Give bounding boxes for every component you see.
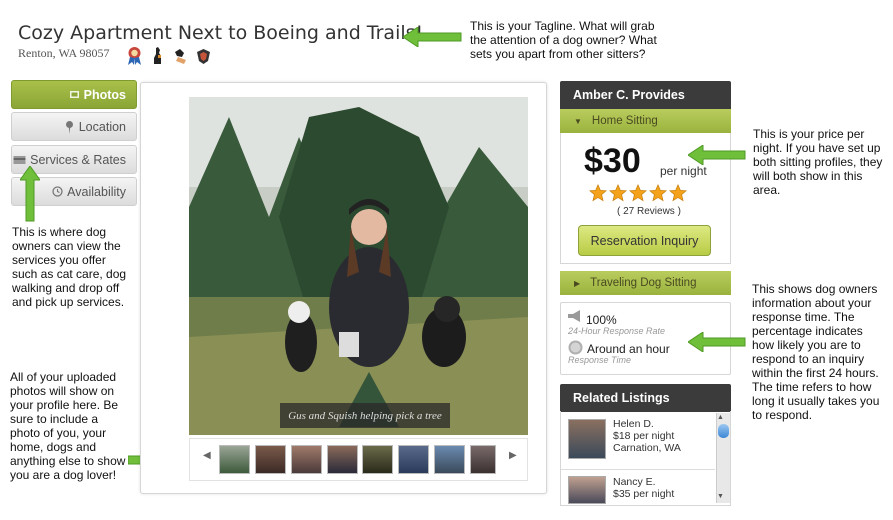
badge-row: [126, 46, 212, 66]
tab-location[interactable]: Location: [11, 112, 137, 141]
home-sitting-label: Home Sitting: [591, 115, 658, 127]
price-note: This is your price per night. If you hav…: [753, 127, 883, 197]
listing-divider: [561, 469, 715, 470]
response-time-label: Response Time: [568, 355, 631, 365]
map-pin-icon: [65, 120, 73, 134]
thumbnail[interactable]: [291, 445, 322, 474]
price-arrow-icon: [688, 145, 746, 165]
thumbnail[interactable]: [362, 445, 393, 474]
megaphone-icon: [568, 310, 580, 322]
main-photo[interactable]: [189, 97, 528, 435]
star-icon: [669, 184, 687, 202]
scroll-thumb[interactable]: [718, 424, 729, 438]
traveling-sitting-header[interactable]: ▶ Traveling Dog Sitting: [560, 271, 731, 295]
per-night-label: per night: [660, 164, 707, 178]
thumbnail[interactable]: [398, 445, 429, 474]
shield-badge-icon: [197, 49, 210, 64]
services-arrow-icon: [20, 166, 40, 222]
listing-price: $35 per night: [613, 488, 675, 500]
listing-city: Carnation, WA: [613, 442, 681, 454]
thumbnail[interactable]: [327, 445, 358, 474]
tab-photos[interactable]: Photos: [11, 80, 137, 109]
provides-heading: Amber C. Provides: [560, 81, 731, 109]
scroll-up-icon[interactable]: ▲: [717, 414, 724, 421]
thumb-prev-icon[interactable]: ◀: [203, 450, 211, 461]
review-count[interactable]: ( 27 Reviews ): [617, 206, 681, 217]
thumbnail[interactable]: [434, 445, 465, 474]
listing-location: Renton, WA 98057: [18, 46, 110, 60]
ribbon-badge-icon: [128, 47, 141, 65]
traveling-sitting-label: Traveling Dog Sitting: [590, 277, 697, 289]
response-note: This shows dog owners information about …: [752, 282, 880, 422]
tab-location-label: Location: [78, 119, 126, 134]
services-note: This is where dog owners can view the se…: [12, 225, 127, 309]
caret-right-icon: ▶: [574, 278, 581, 288]
star-icon: [629, 184, 647, 202]
photo-icon: [69, 91, 79, 98]
thumbnail[interactable]: [470, 445, 496, 474]
listing-name[interactable]: Helen D.: [613, 418, 654, 430]
tab-photos-label: Photos: [83, 87, 126, 102]
listing-photo[interactable]: [568, 476, 606, 504]
tagline-note: This is your Tagline. What will grab the…: [470, 19, 657, 61]
star-icon: [589, 184, 607, 202]
rating-stars: [589, 184, 687, 202]
star-icon: [649, 184, 667, 202]
response-rate-label: 24-Hour Response Rate: [568, 326, 666, 336]
listing-name[interactable]: Nancy E.: [613, 476, 656, 488]
scroll-down-icon[interactable]: ▼: [717, 493, 724, 500]
card-icon: [13, 156, 26, 164]
thumbnail[interactable]: [255, 445, 286, 474]
response-time-value: Around an hour: [587, 342, 670, 356]
tab-services-label: Services & Rates: [30, 152, 126, 167]
clock-icon: [568, 340, 583, 355]
tagline-arrow-icon: [403, 27, 462, 47]
clock-icon: [52, 186, 63, 197]
thumb-next-icon[interactable]: ▶: [509, 450, 517, 461]
listing-price: $18 per night: [613, 430, 675, 442]
dog-hand-badge-icon: [175, 49, 186, 64]
tab-availability-label: Availability: [67, 184, 126, 199]
response-rate-value: 100%: [586, 313, 617, 327]
response-arrow-icon: [688, 332, 746, 352]
caret-down-icon: ▼: [574, 116, 582, 126]
reservation-inquiry-button[interactable]: Reservation Inquiry: [578, 225, 711, 256]
listing-title: Cozy Apartment Next to Boeing and Trails…: [18, 22, 424, 44]
listing-photo[interactable]: [568, 419, 606, 459]
dog-badge-icon: [154, 47, 161, 64]
related-listings-heading: Related Listings: [560, 384, 731, 412]
photo-caption: Gus and Squish helping pick a tree: [280, 403, 450, 428]
star-icon: [609, 184, 627, 202]
photos-note: All of your uploaded photos will show on…: [10, 370, 126, 482]
price-value: $30: [584, 142, 641, 180]
thumbnail[interactable]: [219, 445, 250, 474]
home-sitting-header[interactable]: ▼ Home Sitting: [560, 109, 731, 133]
